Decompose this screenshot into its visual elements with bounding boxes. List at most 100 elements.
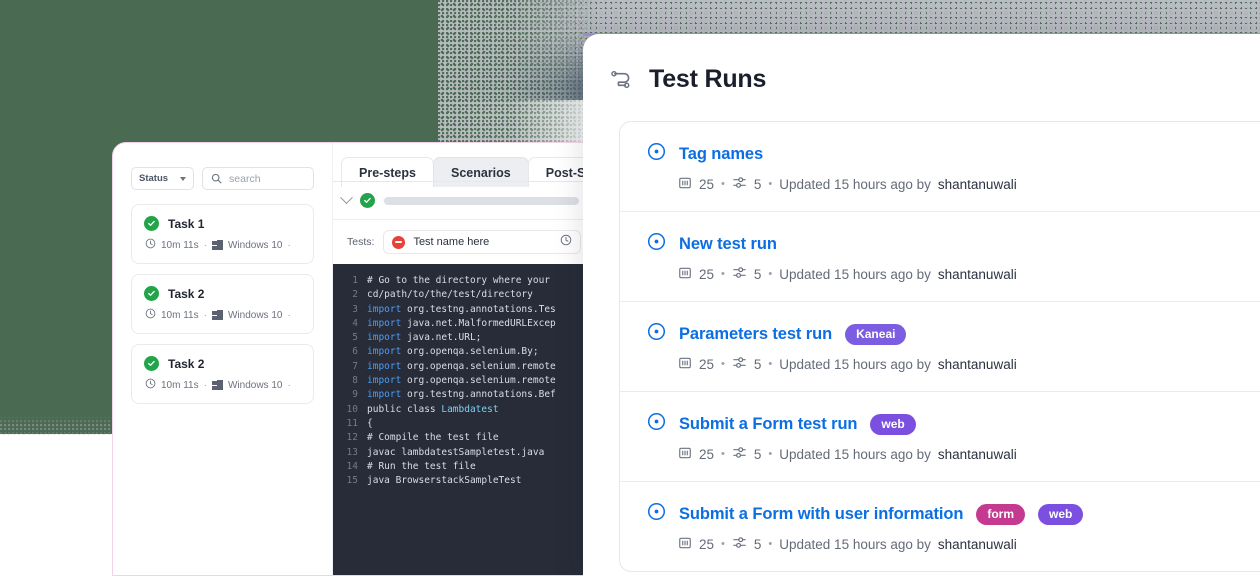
task-duration: 10m 11s <box>161 309 199 321</box>
task-card[interactable]: Task 1 10m 11s · Windows 10 · <box>131 204 314 264</box>
tests-row: Tests: Test name here <box>333 220 591 264</box>
meta-separator: · <box>287 309 291 321</box>
test-name-label: Test name here <box>413 236 490 248</box>
task-title: Task 2 <box>168 356 205 371</box>
windows-icon <box>211 379 223 391</box>
line-number: 3 <box>352 303 358 315</box>
chevron-down-icon <box>180 176 187 181</box>
test-run-status-icon <box>647 232 666 256</box>
test-cases-icon <box>678 446 692 463</box>
task-duration: 10m 11s <box>161 379 199 391</box>
code-line: 2 cd/path/to/the/test/directory <box>333 288 591 302</box>
configurations-icon <box>732 445 747 463</box>
code-line: 6 import org.openqa.selenium.By; <box>333 345 591 359</box>
scenario-collapse-row[interactable] <box>333 182 591 219</box>
code-line: 7 import org.openqa.selenium.remote <box>333 360 591 374</box>
test-run-name-link[interactable]: Tag names <box>679 145 763 164</box>
code-line: 13 javac lambdatestSampletest.java <box>333 446 591 460</box>
updated-by-user: shantanuwali <box>937 536 1017 552</box>
code-block: 1 # Go to the directory where your 2 cd/pat… <box>333 264 591 575</box>
task-os: Windows 10 <box>227 379 283 391</box>
updated-text: Updated 15 hours ago by <box>779 266 931 282</box>
code-text: # Run the test file <box>367 460 476 472</box>
windows-icon <box>211 239 223 251</box>
detail-column: Pre-stepsScenariosPost-Steps Tests: Test… <box>332 143 591 575</box>
code-line: 15 java BrowserstackSampleTest <box>333 474 591 488</box>
windows-icon <box>211 309 223 321</box>
tag-badge[interactable]: web <box>1038 503 1084 525</box>
code-text: import org.openqa.selenium.remote <box>367 360 556 372</box>
updated-text: Updated 15 hours ago by <box>779 176 931 192</box>
code-text: public class Lambdatest <box>367 403 499 415</box>
test-run-item[interactable]: Parameters test run Kaneai 25 • 5 • Updated 15… <box>620 301 1260 391</box>
meta-separator: • <box>721 268 725 280</box>
line-number: 14 <box>346 460 358 472</box>
code-line: 5 import java.net.URL; <box>333 331 591 345</box>
status-filter-label: Status <box>139 173 169 184</box>
updated-by-user: shantanuwali <box>937 266 1017 282</box>
configurations-count: 5 <box>753 176 762 192</box>
clock-icon <box>145 308 156 322</box>
code-text: javac lambdatestSampletest.java <box>367 446 545 458</box>
meta-separator: · <box>203 379 207 391</box>
test-run-name-link[interactable]: Submit a Form with user information <box>679 505 963 524</box>
updated-text: Updated 15 hours ago by <box>779 446 931 462</box>
line-number: 7 <box>352 360 358 372</box>
task-list: Task 1 10m 11s · Windows 10 · Task 2 10m 11s · W… <box>131 204 314 404</box>
filter-row: Status search <box>131 167 314 190</box>
test-name-pill[interactable]: Test name here <box>383 230 581 254</box>
search-icon <box>211 173 222 184</box>
test-cases-icon <box>678 266 692 283</box>
code-line: 9 import org.testng.annotations.Bef <box>333 388 591 402</box>
code-text: import java.net.MalformedURLExcep <box>367 317 556 329</box>
configurations-count: 5 <box>753 356 762 372</box>
tag-badge[interactable]: web <box>870 413 916 435</box>
code-text: java BrowserstackSampleTest <box>367 475 522 487</box>
workflow-route-icon <box>611 70 630 89</box>
test-run-name-link[interactable]: Parameters test run <box>679 325 832 344</box>
meta-separator: · <box>203 309 207 321</box>
screenshot-root: Status search Task 1 10m 11s · Windows 10 · T… <box>0 0 1260 576</box>
code-line: 11 { <box>333 417 591 431</box>
test-run-item[interactable]: Tag names 25 • 5 • Updated 15 hours ago by sha… <box>620 122 1260 211</box>
code-text: # Go to the directory where your <box>367 275 551 286</box>
tag-badge[interactable]: form <box>976 503 1026 525</box>
code-text: { <box>367 417 373 429</box>
clock-icon <box>145 238 156 252</box>
page-title: Test Runs <box>649 65 767 93</box>
task-title: Task 2 <box>168 286 205 301</box>
line-number: 12 <box>346 432 358 444</box>
task-card[interactable]: Task 2 10m 11s · Windows 10 · <box>131 344 314 404</box>
test-runs-panel: Test Runs Tag names 25 • 5 • Updated 15 hours… <box>583 34 1260 576</box>
test-run-name-link[interactable]: Submit a Form test run <box>679 415 858 434</box>
chevron-down-icon[interactable] <box>340 191 353 205</box>
test-cases-icon <box>678 536 692 553</box>
tasks-column: Status search Task 1 10m 11s · Windows 10 · T… <box>113 143 332 575</box>
test-run-status-icon <box>647 502 666 526</box>
code-text: import org.testng.annotations.Tes <box>367 303 556 315</box>
test-run-name-link[interactable]: New test run <box>679 235 777 254</box>
search-placeholder: search <box>229 172 261 185</box>
test-run-item[interactable]: Submit a Form test run web 25 • 5 • Updated 15… <box>620 391 1260 481</box>
clock-icon <box>560 233 572 251</box>
line-number: 11 <box>346 417 358 429</box>
code-line: 10 public class Lambdatest <box>333 403 591 417</box>
test-run-item[interactable]: New test run 25 • 5 • Updated 15 hours ago by… <box>620 211 1260 301</box>
status-filter-dropdown[interactable]: Status <box>131 167 195 190</box>
test-cases-icon <box>678 356 692 373</box>
tag-badge[interactable]: Kaneai <box>845 323 907 345</box>
tab-bar: Pre-stepsScenariosPost-Steps <box>333 143 591 187</box>
task-card[interactable]: Task 2 10m 11s · Windows 10 · <box>131 274 314 334</box>
meta-separator: • <box>768 178 773 190</box>
meta-separator: · <box>287 379 291 391</box>
code-line: 4 import java.net.MalformedURLExcep <box>333 317 591 331</box>
test-runs-list: Tag names 25 • 5 • Updated 15 hours ago by sha… <box>619 121 1260 572</box>
meta-separator: • <box>768 268 773 280</box>
configurations-icon <box>732 355 747 373</box>
status-failed-icon <box>392 235 406 249</box>
test-cases-icon <box>678 176 692 193</box>
test-run-item[interactable]: Submit a Form with user information form w… <box>620 481 1260 571</box>
search-input[interactable]: search <box>202 167 314 190</box>
updated-text: Updated 15 hours ago by <box>779 536 931 552</box>
code-text: import org.openqa.selenium.By; <box>367 346 539 358</box>
